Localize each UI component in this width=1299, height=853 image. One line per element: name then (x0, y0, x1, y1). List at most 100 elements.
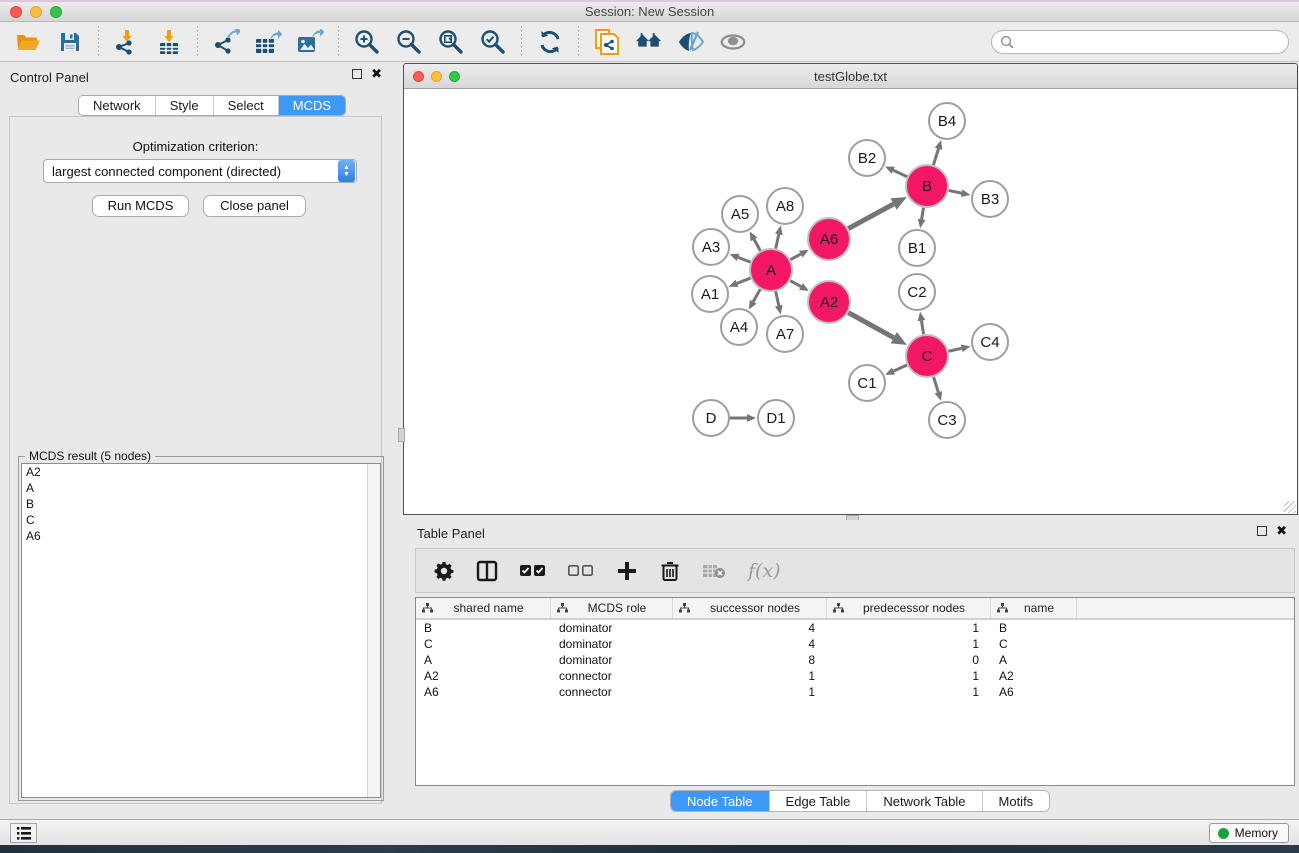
graph-edge-C-C3[interactable] (934, 377, 939, 392)
node-table[interactable]: shared nameMCDS rolesuccessor nodesprede… (415, 597, 1295, 786)
tab-mcds[interactable]: MCDS (279, 96, 345, 115)
open-session-icon[interactable] (14, 28, 42, 56)
table-cell[interactable]: A6 (416, 684, 551, 700)
table-cell[interactable]: 0 (827, 652, 991, 668)
table-cell[interactable]: dominator (551, 652, 673, 668)
add-column-icon[interactable] (616, 560, 638, 582)
result-list-scrollbar[interactable] (367, 464, 380, 797)
network-window-titlebar[interactable]: testGlobe.txt (404, 64, 1297, 89)
graph-edge-A-A3[interactable] (738, 257, 750, 262)
table-cell[interactable]: 1 (827, 684, 991, 700)
tab-node-table[interactable]: Node Table (671, 791, 770, 811)
graph-edge-A-A1[interactable] (737, 278, 751, 283)
graph-edge-B-B4[interactable] (933, 149, 938, 165)
table-cell[interactable]: connector (551, 668, 673, 684)
search-input[interactable] (1018, 32, 1288, 52)
graph-edge-B-B1[interactable] (922, 208, 924, 220)
graph-edge-B-B3[interactable] (949, 190, 962, 193)
home-icon[interactable] (635, 28, 663, 56)
show-panels-button[interactable] (10, 823, 37, 843)
table-cell[interactable]: 1 (673, 684, 827, 700)
graph-edge-B-B2[interactable] (893, 170, 907, 176)
mcds-result-list[interactable]: A2ABCA6 (21, 463, 381, 798)
settings-gear-icon[interactable] (434, 561, 454, 581)
table-row[interactable]: A2connector11A2 (416, 668, 1294, 684)
tab-network[interactable]: Network (79, 96, 156, 115)
network-graph[interactable]: B4B2BB3A8A5A6A3B1AC2A1A2A4A7C4CC1DD1C3 (404, 89, 1297, 514)
table-cell[interactable]: A6 (991, 684, 1077, 700)
result-list-item[interactable]: B (22, 496, 380, 512)
column-header-successor-nodes[interactable]: successor nodes (673, 598, 827, 618)
show-hide-style-icon[interactable] (677, 28, 705, 56)
run-mcds-button[interactable]: Run MCDS (92, 195, 189, 217)
clone-network-icon[interactable] (593, 28, 621, 56)
graph-edge-A-A2[interactable] (790, 281, 801, 287)
import-table-icon[interactable] (155, 28, 183, 56)
graph-edge-C-C1[interactable] (893, 365, 906, 371)
column-header-MCDS-role[interactable]: MCDS role (551, 598, 673, 618)
table-cell[interactable]: A (416, 652, 551, 668)
result-list-item[interactable]: C (22, 512, 380, 528)
tab-style[interactable]: Style (156, 96, 214, 115)
result-list-item[interactable]: A6 (22, 528, 380, 544)
table-cell[interactable]: 4 (673, 620, 827, 636)
table-row[interactable]: Adominator80A (416, 652, 1294, 668)
table-row[interactable]: Bdominator41B (416, 620, 1294, 636)
result-list-item[interactable]: A2 (22, 464, 380, 480)
export-image-icon[interactable] (296, 28, 324, 56)
graph-edge-A-A8[interactable] (776, 234, 779, 248)
delete-column-icon[interactable] (660, 560, 680, 582)
table-cell[interactable]: dominator (551, 636, 673, 652)
export-table-icon[interactable] (254, 28, 282, 56)
graph-edge-A-A5[interactable] (754, 239, 760, 250)
deselect-all-checkboxes-icon[interactable] (568, 564, 594, 577)
graph-edge-C-C2[interactable] (921, 321, 923, 335)
table-cell[interactable]: dominator (551, 620, 673, 636)
network-canvas[interactable]: B4B2BB3A8A5A6A3B1AC2A1A2A4A7C4CC1DD1C3 (404, 89, 1297, 514)
criterion-dropdown[interactable]: largest connected component (directed) ▲… (43, 159, 357, 183)
select-all-checkboxes-icon[interactable] (520, 564, 546, 577)
close-panel-button[interactable]: Close panel (203, 195, 306, 217)
save-session-icon[interactable] (56, 28, 84, 56)
memory-button[interactable]: Memory (1209, 823, 1289, 843)
table-cell[interactable]: A2 (991, 668, 1077, 684)
import-network-icon[interactable] (113, 28, 141, 56)
window-resize-grip[interactable] (1284, 501, 1296, 513)
close-panel-icon[interactable]: ✖ (371, 69, 382, 79)
column-header-shared-name[interactable]: shared name (416, 598, 551, 618)
export-network-icon[interactable] (212, 28, 240, 56)
tab-motifs[interactable]: Motifs (983, 791, 1050, 811)
search-field[interactable] (991, 30, 1289, 54)
vertical-splitter-handle[interactable] (398, 428, 405, 442)
table-cell[interactable]: 1 (673, 668, 827, 684)
column-header-predecessor-nodes[interactable]: predecessor nodes (827, 598, 991, 618)
column-header-name[interactable]: name (991, 598, 1077, 618)
tab-network-table[interactable]: Network Table (867, 791, 982, 811)
table-cell[interactable]: 4 (673, 636, 827, 652)
float-table-panel-icon[interactable] (1257, 526, 1267, 536)
zoom-selected-icon[interactable] (479, 28, 507, 56)
table-row[interactable]: A6connector11A6 (416, 684, 1294, 700)
tab-select[interactable]: Select (214, 96, 279, 115)
table-cell[interactable]: B (416, 620, 551, 636)
zoom-out-icon[interactable] (395, 28, 423, 56)
zoom-in-icon[interactable] (353, 28, 381, 56)
graph-edge-A-A4[interactable] (753, 289, 760, 302)
table-cell[interactable]: 1 (827, 636, 991, 652)
show-hide-view-icon[interactable] (719, 28, 747, 56)
tab-edge-table[interactable]: Edge Table (770, 791, 868, 811)
table-cell[interactable]: A2 (416, 668, 551, 684)
column-layout-icon[interactable] (476, 560, 498, 582)
table-cell[interactable]: B (991, 620, 1077, 636)
refresh-icon[interactable] (536, 28, 564, 56)
table-cell[interactable]: C (991, 636, 1077, 652)
graph-edge-A-A6[interactable] (790, 254, 800, 260)
graph-edge-A2-C[interactable] (848, 313, 893, 338)
graph-edge-C-C4[interactable] (948, 348, 961, 351)
table-cell[interactable]: 8 (673, 652, 827, 668)
result-list-item[interactable]: A (22, 480, 380, 496)
table-cell[interactable]: 1 (827, 668, 991, 684)
table-cell[interactable]: 1 (827, 620, 991, 636)
graph-edge-A-A7[interactable] (776, 291, 779, 305)
table-cell[interactable]: C (416, 636, 551, 652)
